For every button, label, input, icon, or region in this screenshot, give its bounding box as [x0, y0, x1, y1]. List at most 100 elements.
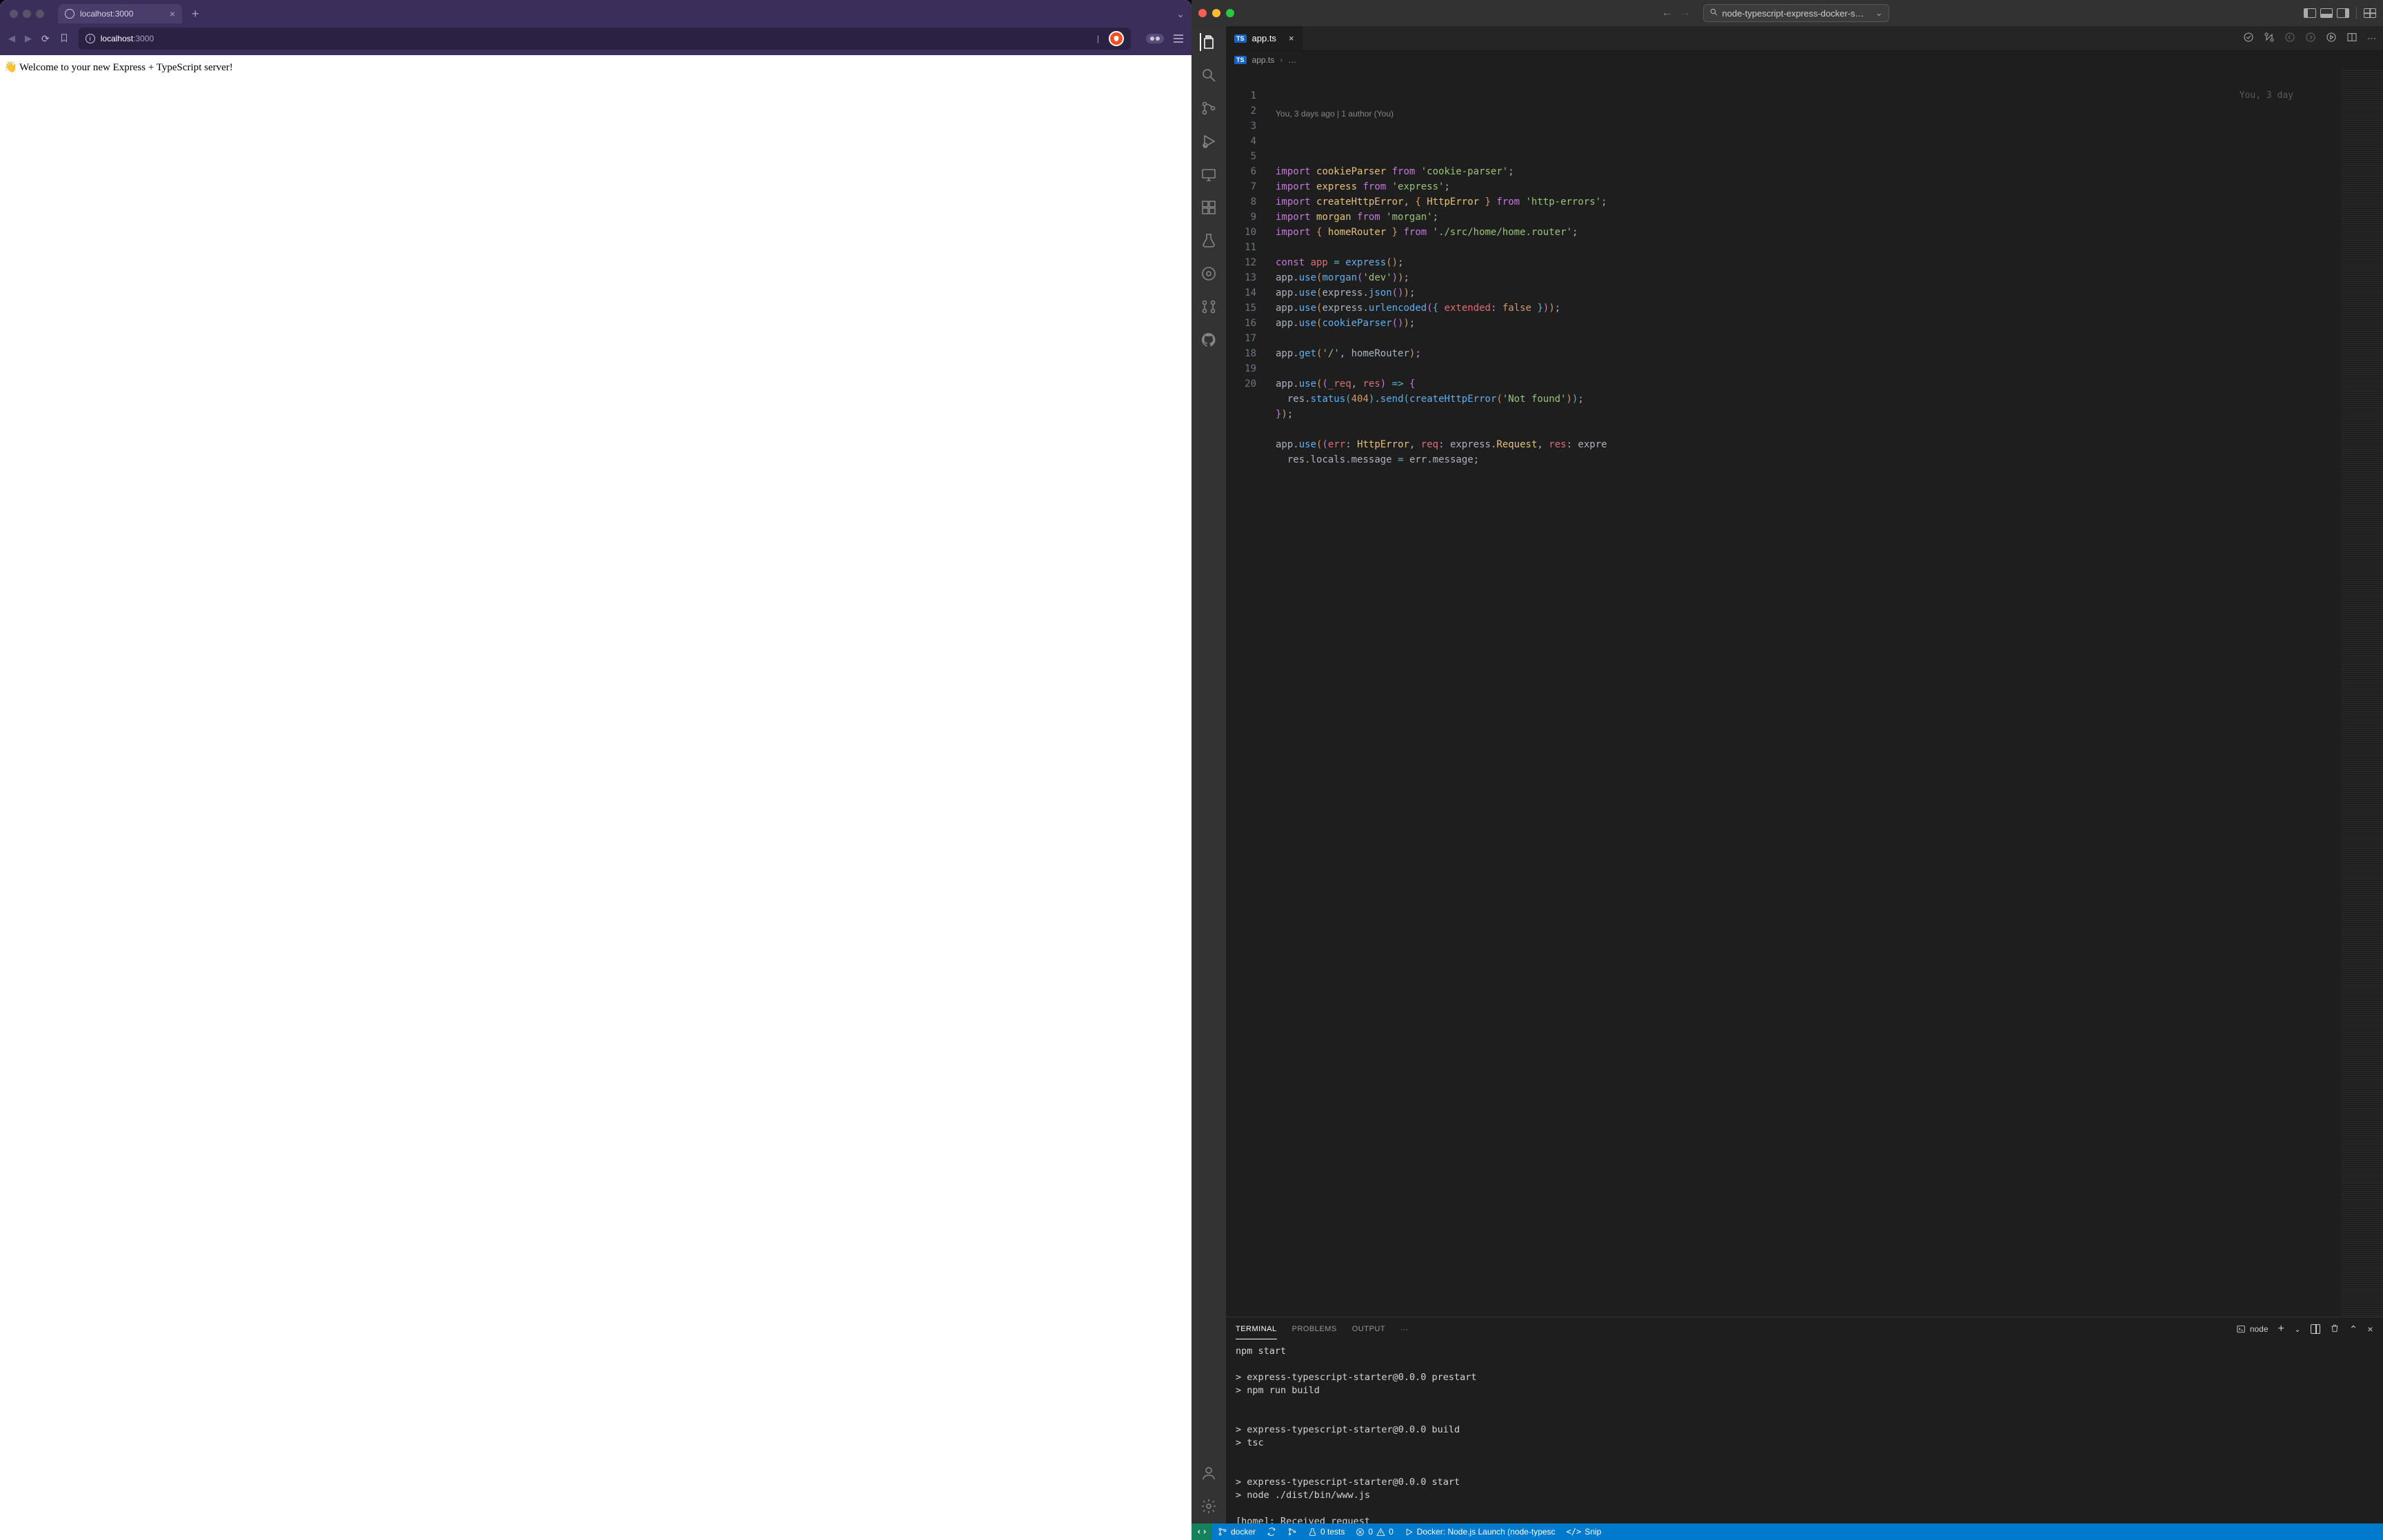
- browser-tab-strip: localhost:3000 × + ⌄: [0, 0, 1192, 23]
- reader-mode-icon[interactable]: [1146, 34, 1164, 43]
- page-content: 👋 Welcome to your new Express + TypeScri…: [0, 55, 1192, 1540]
- close-tab-icon[interactable]: ×: [170, 8, 175, 19]
- tab-terminal[interactable]: TERMINAL: [1236, 1319, 1277, 1339]
- split-editor-icon[interactable]: [2346, 32, 2357, 45]
- git-compare-icon[interactable]: [2264, 32, 2275, 45]
- traffic-close-icon[interactable]: [10, 10, 18, 18]
- address-bar[interactable]: i localhost:3000 |: [79, 28, 1131, 50]
- source-control-icon[interactable]: [1200, 99, 1218, 117]
- problems-status[interactable]: 0 0: [1350, 1523, 1398, 1540]
- vscode-window: ← → node-typescript-express-docker-s… ⌄: [1192, 0, 2383, 1540]
- brave-shields-icon[interactable]: [1109, 31, 1124, 46]
- welcome-text: 👋 Welcome to your new Express + TypeScri…: [4, 62, 233, 73]
- editor-area: TS app.ts × ⋯ TS app.ts › …: [1226, 26, 2383, 1523]
- breadcrumb-rest: …: [1288, 55, 1296, 65]
- terminal-shell-selector[interactable]: node: [2236, 1324, 2269, 1334]
- run-debug-icon[interactable]: [1200, 132, 1218, 150]
- search-icon: [1709, 8, 1718, 19]
- nav-back-icon[interactable]: ←: [1662, 7, 1673, 19]
- forward-button[interactable]: ▶: [25, 33, 32, 44]
- menu-icon[interactable]: [1174, 34, 1183, 43]
- tab-problems[interactable]: PROBLEMS: [1292, 1319, 1337, 1339]
- workspace-name: node-typescript-express-docker-s…: [1722, 8, 1864, 19]
- editor-tab[interactable]: TS app.ts ×: [1226, 26, 1303, 50]
- toggle-sidebar-icon[interactable]: [2304, 8, 2316, 18]
- accounts-icon[interactable]: [1200, 1464, 1218, 1482]
- back-button[interactable]: ◀: [8, 33, 15, 44]
- breadcrumb[interactable]: TS app.ts › …: [1226, 51, 2383, 69]
- vscode-titlebar: ← → node-typescript-express-docker-s… ⌄: [1192, 0, 2383, 26]
- git-graph-icon[interactable]: [1200, 298, 1218, 316]
- status-bar: docker 0 tests 0 0 Docker: Node.js Launc…: [1192, 1523, 2383, 1540]
- window-controls[interactable]: [10, 10, 44, 18]
- command-center[interactable]: node-typescript-express-docker-s… ⌄: [1703, 4, 1889, 22]
- activity-bar: [1192, 26, 1226, 1523]
- vscode-window-controls[interactable]: [1198, 9, 1234, 17]
- traffic-min-icon[interactable]: [23, 10, 31, 18]
- traffic-max-icon[interactable]: [36, 10, 44, 18]
- chevron-down-icon[interactable]: ⌄: [2294, 1325, 2301, 1334]
- maximize-icon[interactable]: [1226, 9, 1234, 17]
- tab-filename: app.ts: [1252, 33, 1276, 43]
- debug-target[interactable]: Docker: Node.js Launch (node-typesc: [1399, 1523, 1561, 1540]
- tab-overflow-icon[interactable]: ⌄: [1176, 8, 1185, 20]
- git-graph-status[interactable]: [1282, 1523, 1303, 1540]
- remote-explorer-icon[interactable]: [1200, 165, 1218, 183]
- browser-chrome: localhost:3000 × + ⌄ ◀ ▶ ⟳ i localhost:3…: [0, 0, 1192, 55]
- testing-icon[interactable]: [1200, 232, 1218, 250]
- nav-prev-icon[interactable]: [2284, 32, 2295, 45]
- close-icon[interactable]: [1198, 9, 1207, 17]
- terminal-output[interactable]: npm start > express-typescript-starter@0…: [1226, 1341, 2383, 1523]
- search-activity-icon[interactable]: [1200, 66, 1218, 84]
- bookmark-icon[interactable]: [59, 33, 69, 45]
- code-editor[interactable]: 1234567891011121314151617181920 You, 3 d…: [1226, 69, 2383, 1317]
- breadcrumb-file: app.ts: [1252, 55, 1275, 65]
- new-tab-button[interactable]: +: [188, 6, 203, 23]
- typescript-badge-icon: TS: [1234, 56, 1247, 64]
- reload-button[interactable]: ⟳: [41, 33, 50, 45]
- chevron-right-icon: ›: [1280, 55, 1283, 65]
- extensions-icon[interactable]: [1200, 199, 1218, 216]
- run-check-icon[interactable]: [2243, 32, 2254, 45]
- remote-indicator[interactable]: [1192, 1523, 1212, 1540]
- maximize-panel-icon[interactable]: ⌃: [2349, 1324, 2357, 1335]
- minimap[interactable]: [2342, 69, 2383, 1317]
- layout-controls: [2304, 7, 2376, 19]
- new-terminal-icon[interactable]: +: [2278, 1323, 2285, 1335]
- tab-output[interactable]: OUTPUT: [1352, 1319, 1385, 1339]
- site-info-icon[interactable]: i: [86, 34, 95, 43]
- more-actions-icon[interactable]: ⋯: [2367, 33, 2376, 44]
- minimize-icon[interactable]: [1212, 9, 1220, 17]
- editor-tab-bar: TS app.ts × ⋯: [1226, 26, 2383, 51]
- tests-status[interactable]: 0 tests: [1303, 1523, 1350, 1540]
- browser-tab-title: localhost:3000: [80, 9, 133, 19]
- github-icon[interactable]: [1200, 331, 1218, 349]
- close-tab-icon[interactable]: ×: [1289, 33, 1294, 43]
- explorer-icon[interactable]: [1200, 33, 1218, 51]
- editor-actions: ⋯: [2236, 26, 2383, 50]
- toggle-panel-icon[interactable]: [2320, 8, 2333, 18]
- chevron-down-icon[interactable]: ⌄: [1876, 8, 1883, 19]
- panel-overflow-icon[interactable]: ⋯: [1400, 1325, 1409, 1334]
- kill-terminal-icon[interactable]: [2330, 1324, 2340, 1335]
- toggle-secondary-sidebar-icon[interactable]: [2337, 8, 2349, 18]
- split-terminal-icon[interactable]: [2311, 1324, 2320, 1334]
- codelens[interactable]: You, 3 days ago | 1 author (You): [1263, 103, 2342, 119]
- browser-window: localhost:3000 × + ⌄ ◀ ▶ ⟳ i localhost:3…: [0, 0, 1192, 1540]
- nav-next-icon[interactable]: [2305, 32, 2316, 45]
- settings-gear-icon[interactable]: [1200, 1497, 1218, 1515]
- line-gutter: 1234567891011121314151617181920: [1226, 69, 1263, 1317]
- gitlens-icon[interactable]: [1200, 265, 1218, 283]
- customize-layout-icon[interactable]: [2364, 8, 2376, 18]
- code-content[interactable]: You, 3 days ago | 1 author (You) You, 3 …: [1263, 69, 2342, 1317]
- snippets-status[interactable]: </> Snip: [1561, 1523, 1607, 1540]
- url-port: :3000: [133, 34, 154, 43]
- git-branch[interactable]: docker: [1212, 1523, 1261, 1540]
- close-panel-icon[interactable]: ×: [2367, 1324, 2373, 1335]
- browser-tab[interactable]: localhost:3000 ×: [58, 4, 182, 23]
- run-file-icon[interactable]: [2326, 32, 2337, 45]
- nav-forward-icon[interactable]: →: [1680, 7, 1691, 19]
- panel-tabs: TERMINAL PROBLEMS OUTPUT ⋯ node + ⌄: [1226, 1317, 2383, 1341]
- browser-toolbar: ◀ ▶ ⟳ i localhost:3000 |: [0, 23, 1192, 55]
- sync-icon[interactable]: [1261, 1523, 1282, 1540]
